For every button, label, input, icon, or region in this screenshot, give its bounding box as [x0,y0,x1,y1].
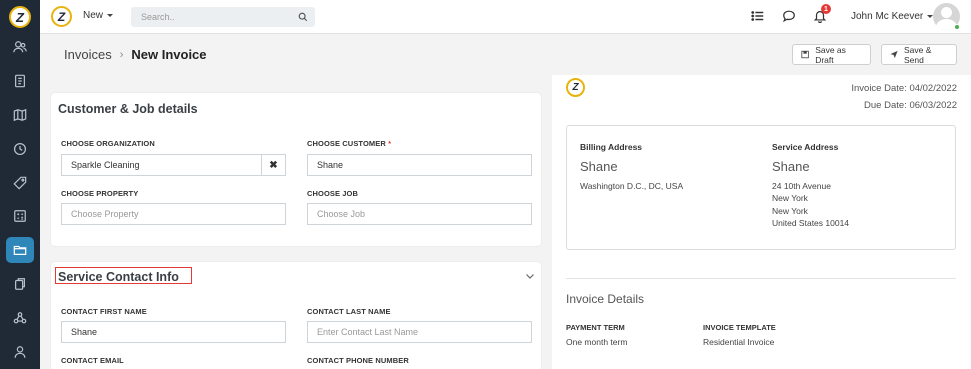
tag-icon [13,176,27,190]
sidebar-item-invoices[interactable] [6,237,34,263]
folder-icon [13,245,27,255]
person-icon [14,346,26,358]
save-as-draft-label: Save as Draft [815,44,846,65]
contact-phone-label: CONTACT PHONE NUMBER [307,356,409,365]
sidebar-item-calculator[interactable] [6,203,34,229]
payment-term-label: PAYMENT TERM [566,323,625,332]
contact-last-name-placeholder: Enter Contact Last Name [317,327,419,337]
property-placeholder: Choose Property [71,209,139,219]
property-select[interactable]: Choose Property [61,203,286,225]
save-and-send-button[interactable]: Save & Send [881,44,957,65]
calculator-icon [14,210,26,222]
property-label: CHOOSE PROPERTY [61,189,139,198]
user-menu[interactable]: John Mc Keever [851,11,934,22]
notification-count-badge: 1 [821,4,831,14]
list-icon [751,11,764,21]
customer-value: Shane [317,160,344,170]
send-icon [890,50,898,59]
search-icon[interactable] [298,12,308,22]
payment-term-value: One month term [566,337,628,347]
sidebar-item-users[interactable] [6,34,34,60]
chat-bubble-icon [783,10,795,23]
service-address-line: New York [772,193,808,203]
customer-label-text: CHOOSE CUSTOMER [307,139,386,148]
app-logo[interactable]: Z [9,6,31,28]
breadcrumb: Invoices › New Invoice [64,47,207,62]
page-header: Invoices › New Invoice Save as Draft Sav… [40,35,971,75]
list-view-button[interactable] [751,9,765,23]
search-box[interactable] [131,7,315,27]
brand-logo[interactable]: Z [51,6,72,27]
organization-value: Sparkle Cleaning [71,160,140,170]
copy-icon [15,278,25,290]
search-input[interactable] [131,7,291,27]
document-icon [15,74,25,88]
sidebar-item-documents[interactable] [6,68,34,94]
top-bar: Z New 1 John Mc Keever [40,0,971,34]
service-address-label: Service Address [772,142,839,152]
service-address-line: New York [772,206,808,216]
clear-organization-button[interactable]: ✖ [262,154,286,176]
invoice-template-label: INVOICE TEMPLATE [703,323,776,332]
contact-last-name-label: CONTACT LAST NAME [307,307,391,316]
contact-first-name-value: Shane [71,327,98,337]
save-and-send-label: Save & Send [903,44,932,65]
messages-button[interactable] [782,9,796,23]
due-date: Due Date: 06/03/2022 [864,100,957,111]
customer-job-card: Customer & Job details CHOOSE ORGANIZATI… [51,93,541,246]
organization-label: CHOOSE ORGANIZATION [61,139,155,148]
page-title: New Invoice [131,47,207,62]
caret-down-icon [107,14,114,17]
invoice-template-value: Residential Invoice [703,337,775,347]
sidebar-item-profile[interactable] [6,339,34,365]
network-icon [13,312,27,324]
required-marker: * [388,139,392,148]
sidebar-item-schedule[interactable] [6,136,34,162]
organization-select[interactable]: Sparkle Cleaning [61,154,262,176]
service-address-line: United States 10014 [772,218,850,228]
invoice-logo: Z [566,78,585,97]
service-name: Shane [772,159,810,174]
notifications-button[interactable]: 1 [813,4,831,24]
address-box: Billing Address Shane Washington D.C., D… [566,125,956,250]
sidebar-item-network[interactable] [6,305,34,331]
billing-address-label: Billing Address [580,142,643,152]
job-placeholder: Choose Job [317,209,366,219]
job-label: CHOOSE JOB [307,189,359,198]
new-dropdown-button[interactable]: New [83,10,114,21]
billing-address-line: Washington D.C., DC, USA [580,181,684,191]
new-label: New [83,10,104,21]
divider [566,278,956,279]
highlight-annotation [55,267,192,284]
billing-name: Shane [580,159,618,174]
floppy-disk-icon [801,50,809,59]
customer-job-title: Customer & Job details [58,102,198,116]
left-sidebar: Z [0,0,40,369]
avatar-head-shape [941,7,952,18]
clock-icon [13,142,27,156]
chevron-down-icon[interactable] [525,271,535,281]
contact-first-name-field[interactable]: Shane [61,321,286,343]
contact-last-name-field[interactable]: Enter Contact Last Name [307,321,532,343]
sidebar-item-copy[interactable] [6,271,34,297]
online-status-dot [954,24,960,30]
breadcrumb-invoices-link[interactable]: Invoices [64,47,112,62]
breadcrumb-separator: › [119,48,124,61]
close-icon: ✖ [269,159,278,171]
customer-label: CHOOSE CUSTOMER * [307,139,391,148]
users-icon [13,41,27,53]
customer-select[interactable]: Shane [307,154,532,176]
contact-email-label: CONTACT EMAIL [61,356,124,365]
job-select[interactable]: Choose Job [307,203,532,225]
contact-first-name-label: CONTACT FIRST NAME [61,307,147,316]
map-icon [13,108,27,122]
invoice-preview: Z Invoice Date: 04/02/2022 Due Date: 06/… [552,75,971,369]
invoice-details-title: Invoice Details [566,292,645,306]
user-name-label: John Mc Keever [851,11,924,22]
invoice-date: Invoice Date: 04/02/2022 [851,83,957,94]
sidebar-item-tags[interactable] [6,170,34,196]
sidebar-item-map[interactable] [6,102,34,128]
service-address-line: 24 10th Avenue [772,181,831,191]
save-as-draft-button[interactable]: Save as Draft [792,44,871,65]
